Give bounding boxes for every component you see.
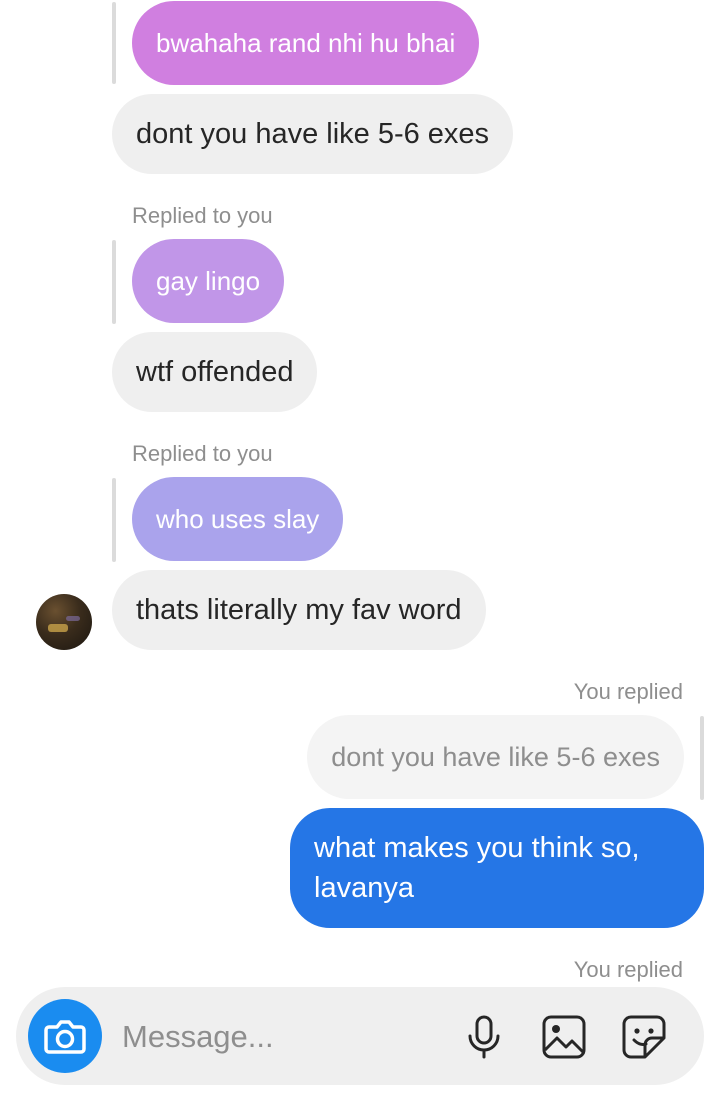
- sticker-icon: [622, 1015, 666, 1059]
- reply-thread-bar: [112, 240, 116, 324]
- message-text-line: lavanya: [314, 872, 414, 904]
- reply-quote-text: dont you have like 5-6 exes: [331, 742, 660, 772]
- reply-thread-bar: [112, 2, 116, 84]
- reply-quote-bubble[interactable]: who uses slay: [132, 477, 344, 561]
- message-text: thats literally my fav word: [136, 594, 462, 626]
- reply-thread-bar: [700, 716, 704, 800]
- received-message-bubble[interactable]: wtf offended: [112, 332, 318, 412]
- replied-to-you-label: Replied to you: [132, 203, 273, 228]
- received-message-bubble[interactable]: thats literally my fav word: [112, 570, 486, 650]
- message-text: dont you have like 5-6 exes: [136, 118, 490, 150]
- received-message-bubble[interactable]: dont you have like 5-6 exes: [112, 94, 514, 174]
- message-text-line: what makes you think so,: [314, 832, 640, 864]
- sticker-button[interactable]: [620, 1013, 668, 1061]
- reply-quote-text: gay lingo: [156, 266, 261, 296]
- microphone-button[interactable]: [460, 1013, 508, 1061]
- reply-quote-bubble[interactable]: bwahaha rand nhi hu bhai: [132, 1, 480, 85]
- you-replied-label: You replied: [573, 957, 683, 982]
- you-replied-label: You replied: [573, 679, 683, 704]
- microphone-icon: [468, 1015, 500, 1059]
- message-composer: [16, 987, 704, 1085]
- gallery-button[interactable]: [540, 1013, 588, 1061]
- camera-icon: [44, 1020, 86, 1054]
- reply-quote-text: bwahaha rand nhi hu bhai: [156, 28, 456, 58]
- message-input[interactable]: [120, 1009, 444, 1065]
- message-text: wtf offended: [136, 356, 294, 388]
- reply-quote-text: who uses slay: [156, 504, 320, 534]
- reply-thread-bar: [112, 478, 116, 562]
- camera-button[interactable]: [28, 999, 102, 1073]
- sent-message-bubble[interactable]: what makes you think so, lavanya: [290, 808, 704, 928]
- gallery-icon: [542, 1015, 586, 1059]
- reply-quote-bubble[interactable]: gay lingo: [132, 239, 285, 323]
- reply-quote-bubble[interactable]: dont you have like 5-6 exes: [307, 715, 684, 799]
- replied-to-you-label: Replied to you: [132, 441, 273, 466]
- avatar[interactable]: [36, 594, 92, 650]
